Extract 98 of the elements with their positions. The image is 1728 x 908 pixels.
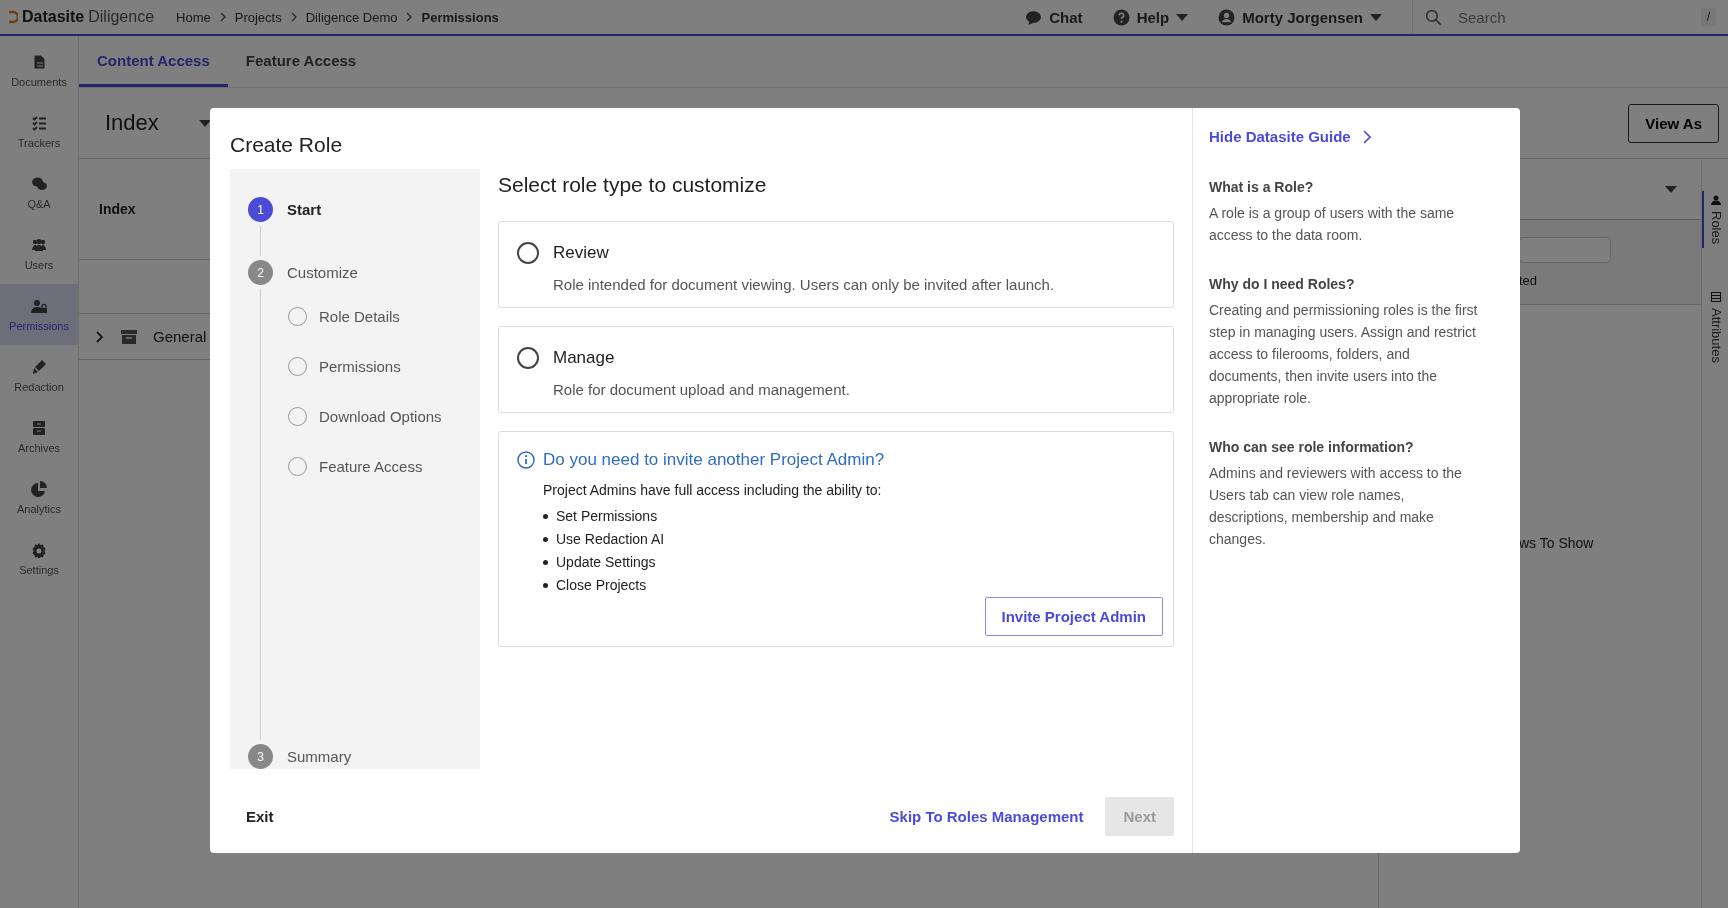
archive-icon — [121, 329, 137, 344]
search-field[interactable]: Search — [1456, 7, 1687, 27]
sidebar-item[interactable]: Users — [0, 223, 78, 284]
sidebar-item[interactable]: Archives — [0, 406, 78, 467]
bullet-icon — [543, 582, 548, 588]
radio-button[interactable] — [517, 347, 539, 369]
column-header: Index — [99, 201, 136, 217]
folder-name: General — [153, 328, 207, 345]
chat-icon — [1025, 8, 1043, 26]
dialog-title: Create Role — [230, 133, 344, 157]
index-title: Index — [105, 110, 159, 136]
skip-link[interactable]: Skip To Roles Management — [889, 807, 1084, 825]
breadcrumb-link[interactable]: Permissions — [421, 9, 499, 25]
rows-text: ws To Show — [1519, 535, 1594, 551]
guide-answer: A role is a group of users with the same access to the data room. — [1209, 204, 1456, 245]
hide-guide-link[interactable]: Hide Datasite Guide — [1209, 128, 1351, 145]
bullet-icon — [543, 536, 548, 542]
info-text: Project Admins have full access including the ability to: — [543, 482, 883, 498]
section-heading: Select role type to customize — [498, 173, 768, 197]
guide-question: Why do I need Roles? — [1209, 276, 1356, 292]
filter-field[interactable] — [1519, 236, 1611, 263]
bullet-item: Close Projects — [556, 577, 647, 593]
sidebar-icon — [31, 419, 47, 436]
guide-answer: Creating and permissioning roles is the first step in managing users. Assign and restrict access to filerooms, folders, and documents, then invite users into the appropriate role. — [1209, 301, 1479, 408]
side-tab[interactable]: Roles — [1702, 191, 1728, 249]
chevron-icon — [1362, 129, 1371, 144]
product-name: Diligence — [88, 8, 155, 26]
caret-icon — [1665, 185, 1677, 193]
user-menu[interactable]: Morty Jorgensen — [1242, 8, 1363, 26]
option-label: Manage — [553, 348, 615, 368]
breadcrumb-link[interactable]: Diligence Demo — [305, 9, 398, 25]
sidebar-item[interactable]: Redaction — [0, 345, 78, 406]
step-label[interactable]: Start — [287, 201, 322, 218]
avatar-icon — [1218, 8, 1236, 26]
help-icon — [1112, 8, 1130, 26]
step-label[interactable]: Customize — [287, 264, 358, 281]
user-icon — [1711, 195, 1721, 205]
step-number: 2 — [248, 260, 273, 285]
chevron-icon — [218, 12, 227, 22]
view-as-button[interactable]: View As — [1628, 103, 1719, 143]
invite-button[interactable]: Invite Project Admin — [984, 597, 1163, 636]
exit-button[interactable]: Exit — [230, 799, 290, 833]
chevron-icon — [289, 12, 298, 22]
list-icon — [1711, 292, 1721, 303]
role-option-card[interactable]: Review Role intended for document viewing. Users can only be invited after launch. — [498, 221, 1174, 308]
option-label: Review — [553, 243, 609, 263]
shortcut-key: / — [1700, 8, 1716, 26]
info-title: Do you need to invite another Project Admin? — [543, 450, 885, 470]
bullet-icon — [543, 513, 548, 519]
step-number: 1 — [248, 197, 273, 222]
caret-icon — [1370, 13, 1382, 21]
breadcrumb-link[interactable]: Projects — [234, 9, 282, 25]
breadcrumb-link[interactable]: Home — [176, 9, 211, 25]
sidebar-icon — [31, 297, 47, 314]
radio-button[interactable] — [517, 242, 539, 264]
option-description: Role for document upload and management. — [552, 381, 851, 398]
sidebar-icon — [31, 53, 47, 70]
option-description: Role intended for document viewing. Users can only be invited after launch. — [552, 276, 1056, 293]
role-option-card[interactable]: Manage Role for document upload and management. — [498, 326, 1174, 413]
step-label[interactable]: Summary — [287, 748, 352, 765]
substep-label[interactable]: Permissions — [319, 358, 401, 375]
sidebar-icon — [31, 175, 47, 192]
sidebar-item[interactable]: Q&A — [0, 162, 78, 223]
sidebar-item[interactable]: Permissions — [0, 284, 78, 345]
side-tab[interactable]: Attributes — [1702, 288, 1728, 368]
substep-label[interactable]: Role Details — [319, 308, 400, 325]
sidebar-icon — [31, 236, 47, 253]
tab[interactable]: Content Access — [79, 36, 228, 87]
tab[interactable]: Feature Access — [227, 36, 375, 87]
caret-icon — [1176, 13, 1189, 21]
status-text: ted — [1519, 272, 1539, 288]
sidebar-icon — [31, 480, 47, 497]
guide-answer: Admins and reviewers with access to the Users tab can view role names, descriptions, membership and make changes. — [1209, 464, 1463, 549]
guide-question: What is a Role? — [1209, 179, 1315, 195]
sidebar-item[interactable]: Trackers — [0, 101, 78, 162]
step-number: 3 — [248, 744, 273, 769]
caret-icon — [198, 119, 211, 127]
bullet-item: Set Permissions — [556, 508, 658, 524]
sidebar-item[interactable]: Settings — [0, 528, 78, 589]
sidebar-item[interactable]: Documents — [0, 40, 78, 101]
substep-label[interactable]: Download Options — [319, 408, 442, 425]
bullet-item: Use Redaction AI — [556, 531, 665, 547]
chat-link[interactable]: Chat — [1049, 8, 1083, 26]
help-menu[interactable]: Help — [1136, 8, 1170, 26]
brand-name: Datasite — [22, 8, 85, 26]
bullet-item: Update Settings — [556, 554, 656, 570]
sidebar-item[interactable]: Analytics — [0, 467, 78, 528]
sidebar-icon — [31, 358, 47, 375]
guide-question: Who can see role information? — [1209, 439, 1415, 455]
search-icon — [1425, 8, 1442, 26]
info-icon — [517, 451, 535, 469]
logo-icon — [8, 10, 18, 24]
bullet-icon — [543, 559, 548, 565]
sidebar-icon — [31, 541, 47, 558]
sidebar-icon — [31, 114, 47, 131]
chevron-icon[interactable] — [95, 330, 105, 343]
chevron-icon — [405, 12, 414, 22]
substep-label[interactable]: Feature Access — [319, 458, 423, 475]
